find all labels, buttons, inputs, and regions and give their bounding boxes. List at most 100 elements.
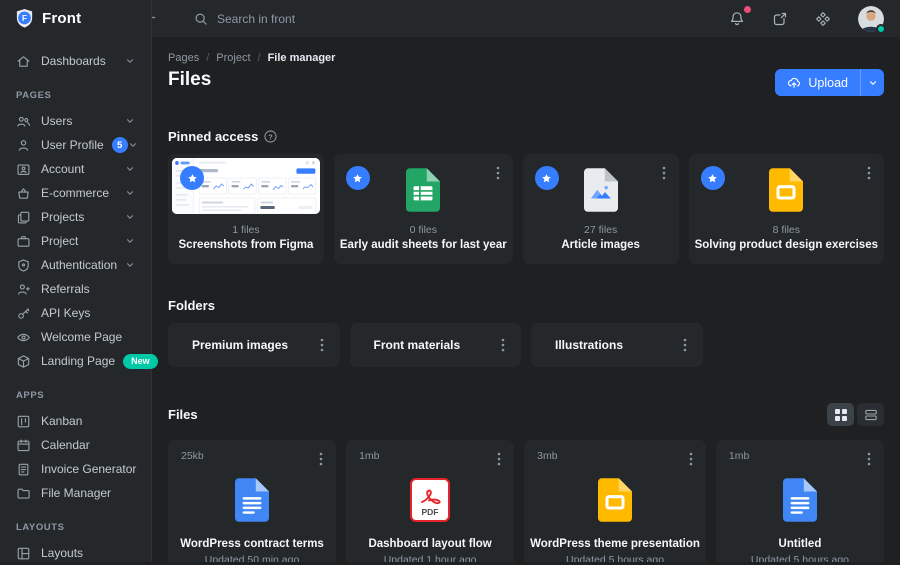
sidebar-item-account[interactable]: Account [8, 157, 143, 181]
google-docs-icon [235, 476, 270, 524]
sidebar-item-referrals[interactable]: Referrals [8, 277, 143, 301]
users-icon [16, 114, 31, 129]
pinned-card-solving-product-design-exercises[interactable]: 8 files Solving product design exercises [688, 154, 884, 264]
sidebar-item-kanban[interactable]: Kanban [8, 409, 143, 433]
sidebar-item-label: Project [41, 234, 79, 248]
file-name: WordPress theme presentation [530, 538, 700, 550]
upload-button-main[interactable]: Upload [775, 69, 860, 96]
card-menu-button[interactable] [493, 163, 503, 188]
svg-text:PDF: PDF [422, 507, 439, 517]
sidebar-item-users[interactable]: Users [8, 109, 143, 133]
chevron-down-icon [125, 236, 135, 246]
file-card-dashboard-layout-flow[interactable]: 1mb PDF Dashboard layout flow Updated 1 … [346, 440, 515, 562]
nav-section-label: APPS [16, 390, 45, 401]
folder-card-premium-images[interactable]: Premium images [168, 323, 340, 367]
folder-menu-button[interactable] [317, 335, 327, 355]
bell-icon[interactable] [729, 5, 751, 27]
upload-button[interactable]: Upload [775, 69, 884, 96]
sidebar-item-welcome-page[interactable]: Welcome Page [8, 325, 143, 349]
sidebar-item-authentication[interactable]: Authentication [8, 253, 143, 277]
google-slides-icon [769, 167, 804, 213]
file-menu-button[interactable] [494, 449, 504, 474]
avatar[interactable] [858, 5, 886, 34]
grid-view-button[interactable] [827, 403, 854, 426]
folder-card-illustrations[interactable]: Illustrations [531, 323, 703, 367]
file-name: Untitled [778, 538, 822, 550]
page-title: Files [168, 69, 212, 90]
google-docs-icon [782, 476, 817, 524]
cloud-upload-icon [787, 76, 801, 90]
folder-name: Illustrations [555, 338, 624, 352]
upload-dropdown-toggle[interactable] [860, 69, 884, 96]
file-card-wordpress-theme-presentation[interactable]: 3mb WordPress theme presentation Updated… [524, 440, 706, 562]
apps-icon[interactable] [815, 11, 831, 27]
view-toggle [827, 403, 884, 426]
sidebar-item-label: Kanban [41, 414, 83, 428]
file-menu-button[interactable] [864, 449, 874, 474]
file-updated: Updated 5 hours ago [565, 554, 665, 562]
chevron-down-icon [125, 212, 135, 222]
breadcrumb: Pages / Project / File manager [168, 52, 884, 64]
sidebar-item-label: Invoice Generator [41, 462, 137, 476]
file-card-untitled[interactable]: 1mb Untitled Updated 5 hours ago [715, 440, 884, 562]
star-badge[interactable] [345, 166, 370, 190]
updates-icon[interactable] [772, 11, 788, 27]
svg-text:F: F [22, 14, 27, 23]
file-menu-button[interactable] [316, 449, 326, 474]
file-size: 1mb [359, 450, 380, 462]
sidebar-item-projects[interactable]: Projects [8, 205, 143, 229]
sidebar-item-api-keys[interactable]: API Keys [8, 301, 143, 325]
help-icon[interactable]: ? [264, 130, 277, 143]
sidebar-item-label: Calendar [41, 438, 90, 452]
sidebar-item-label: Dashboards [41, 54, 106, 68]
brand-name: Front [42, 10, 82, 27]
notification-dot [744, 5, 751, 13]
sidebar-item-file-manager[interactable]: File Manager [8, 481, 143, 505]
card-title: Article images [561, 239, 640, 251]
file-size: 1mb [728, 450, 750, 462]
card-title: Solving product design exercises [694, 239, 878, 251]
folder-menu-button[interactable] [680, 335, 690, 355]
sidebar-item-project[interactable]: Project [8, 229, 143, 253]
sidebar-nav: Dashboards PAGES Users User Profile 5 Ac… [0, 37, 158, 565]
nav-section-label: LAYOUTS [16, 522, 65, 533]
folder-menu-button[interactable] [498, 335, 508, 355]
key-icon [16, 306, 31, 321]
sidebar-item-calendar[interactable]: Calendar [8, 433, 143, 457]
star-badge[interactable] [700, 166, 725, 190]
sidebar-item-landing-page[interactable]: Landing Page New [8, 349, 158, 373]
search-input[interactable] [217, 11, 407, 26]
card-menu-button[interactable] [659, 163, 669, 188]
pinned-card-article-images[interactable]: 27 files Article images [522, 154, 679, 264]
chevron-down-icon [125, 56, 135, 66]
brand-logo[interactable]: F Front [0, 0, 151, 37]
folder-card-front-materials[interactable]: Front materials [349, 323, 521, 367]
sidebar-item-layouts[interactable]: Layouts [8, 541, 143, 565]
star-badge[interactable] [180, 166, 204, 190]
sidebar-item-user-profile[interactable]: User Profile 5 [8, 133, 143, 157]
file-size: 25kb [181, 450, 204, 462]
count-badge: 5 [111, 137, 128, 153]
file-menu-button[interactable] [686, 449, 696, 474]
card-menu-button[interactable] [864, 163, 874, 188]
pinned-card-screenshots-from-figma[interactable]: 1 files Screenshots from Figma [168, 154, 324, 264]
star-badge[interactable] [534, 166, 559, 190]
chevron-down-icon [125, 260, 135, 270]
copy-icon [16, 210, 31, 225]
card-title: Screenshots from Figma [178, 239, 314, 251]
sidebar: F Front Dashboards PAGES Users User Prof… [0, 0, 158, 565]
sidebar-item-e-commerce[interactable]: E-commerce [8, 181, 143, 205]
nav-section-label: PAGES [16, 90, 52, 101]
pinned-card-early-audit-sheets-for-last-year[interactable]: 0 files Early audit sheets for last year [333, 154, 513, 264]
list-view-button[interactable] [857, 403, 884, 426]
sidebar-item-dashboards[interactable]: Dashboards [8, 49, 143, 73]
topbar-actions [729, 5, 886, 34]
files-count: 0 files [409, 224, 437, 236]
sidebar-item-invoice-generator[interactable]: Invoice Generator [8, 457, 143, 481]
invoice-icon [16, 462, 31, 477]
breadcrumb-project[interactable]: Project [216, 52, 250, 64]
front-logo-icon: F [14, 8, 35, 29]
breadcrumb-pages[interactable]: Pages [168, 52, 199, 64]
file-card-wordpress-contract-terms[interactable]: 25kb WordPress contract terms Updated 50… [168, 440, 337, 562]
pinned-cards-grid: 1 files Screenshots from Figma 0 files E… [168, 154, 884, 264]
